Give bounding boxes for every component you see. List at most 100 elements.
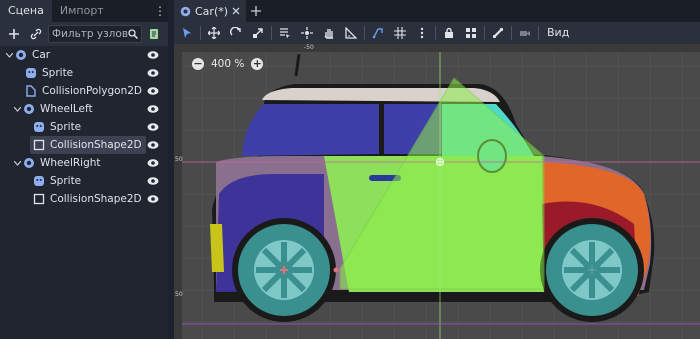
ruler-top: -50 xyxy=(174,44,700,52)
tree-node-label: WheelRight xyxy=(40,157,101,169)
move-tool-button[interactable] xyxy=(203,23,225,43)
canvas-viewport[interactable]: -50 50 50 − 400 % + xyxy=(174,44,700,339)
camera-icon xyxy=(520,31,530,36)
rotate-icon xyxy=(230,27,241,36)
visibility-eye-icon[interactable] xyxy=(147,67,159,79)
rotate-tool-button[interactable] xyxy=(225,23,247,43)
pivot-icon xyxy=(301,27,313,39)
camera-override-button[interactable] xyxy=(514,23,536,43)
collision-polygon-icon xyxy=(24,85,37,98)
instance-scene-button[interactable] xyxy=(26,24,46,44)
search-icon xyxy=(128,29,138,39)
tree-node-label: Sprite xyxy=(50,121,82,133)
tab-import[interactable]: Импорт xyxy=(52,0,112,22)
visibility-eye-icon[interactable] xyxy=(147,85,159,97)
scene-tab-car[interactable]: Car(*) xyxy=(174,0,247,22)
zoom-level[interactable]: 400 % xyxy=(211,58,244,70)
pan-tool-button[interactable] xyxy=(318,23,340,43)
tree-node-car[interactable]: Car xyxy=(0,46,168,64)
collision-shape-icon xyxy=(32,193,45,206)
ruler-icon xyxy=(345,27,357,39)
group-icon xyxy=(466,28,476,38)
tree-node-wheel-left[interactable]: WheelLeft xyxy=(0,100,168,118)
ruler-label: 50 xyxy=(175,291,183,298)
node2d-icon xyxy=(22,157,35,170)
node2d-icon xyxy=(22,103,35,116)
scene-canvas[interactable] xyxy=(174,44,700,339)
lock-button[interactable] xyxy=(438,23,460,43)
scale-tool-button[interactable] xyxy=(247,23,269,43)
scene-tabs: Car(*) xyxy=(174,0,700,22)
visibility-eye-icon[interactable] xyxy=(147,139,159,151)
attach-script-button[interactable] xyxy=(144,24,164,44)
kebab-icon[interactable]: ⋮ xyxy=(154,3,166,19)
grid-icon xyxy=(394,27,406,39)
toolbar-separator xyxy=(435,26,436,40)
tree-node-sprite[interactable]: Sprite xyxy=(0,64,168,82)
zoom-out-button[interactable]: − xyxy=(192,58,204,70)
chevron-down-icon[interactable] xyxy=(12,154,22,172)
tree-node-label: WheelLeft xyxy=(40,103,93,115)
zoom-in-button[interactable]: + xyxy=(251,58,264,70)
sprite-icon xyxy=(32,121,45,134)
filter-input[interactable] xyxy=(52,28,128,40)
tree-node-label: CollisionShape2D xyxy=(50,139,142,151)
select-tool-button[interactable] xyxy=(176,23,198,43)
toolbar-separator xyxy=(484,26,485,40)
add-node-button[interactable] xyxy=(4,24,24,44)
script-icon xyxy=(150,29,158,39)
scene-dock: Сцена Импорт ⋮ Car Sprite xyxy=(0,0,168,339)
tree-node-wheel-right[interactable]: WheelRight xyxy=(0,154,168,172)
pivot-marker[interactable] xyxy=(436,158,444,166)
bone-icon xyxy=(492,27,504,39)
move-icon xyxy=(208,27,220,39)
view-menu-button[interactable]: Вид xyxy=(541,23,575,43)
chevron-down-icon[interactable] xyxy=(4,46,14,64)
tree-node-collision-polygon[interactable]: CollisionPolygon2D xyxy=(0,82,168,100)
ruler-label: -50 xyxy=(304,44,314,51)
pivot-tool-button[interactable] xyxy=(296,23,318,43)
tree-node-label: CollisionShape2D xyxy=(50,193,142,205)
visibility-eye-icon[interactable] xyxy=(147,121,159,133)
filter-field[interactable] xyxy=(48,25,142,43)
visibility-eye-icon[interactable] xyxy=(147,193,159,205)
zoom-controls: − 400 % + xyxy=(192,58,264,70)
new-scene-tab-button[interactable] xyxy=(246,0,266,22)
snap-icon xyxy=(372,28,383,39)
kebab-icon xyxy=(420,27,424,39)
scene-tree: Car Sprite CollisionPolygon2D WheelLeft xyxy=(0,46,168,208)
link-icon xyxy=(30,28,42,40)
grid-snap-button[interactable] xyxy=(389,23,411,43)
more-snap-button[interactable] xyxy=(411,23,433,43)
sprite-icon xyxy=(32,175,45,188)
tree-node-collision-shape[interactable]: CollisionShape2D xyxy=(0,190,168,208)
chevron-down-icon[interactable] xyxy=(12,100,22,118)
tree-node-label: Car xyxy=(32,49,51,61)
skeleton-button[interactable] xyxy=(487,23,509,43)
tree-node-sprite[interactable]: Sprite xyxy=(0,118,168,136)
tab-scene[interactable]: Сцена xyxy=(0,0,52,22)
tree-node-collision-shape-selected[interactable]: CollisionShape2D xyxy=(0,136,168,154)
list-select-button[interactable] xyxy=(274,23,296,43)
canvas-toolbar: Вид xyxy=(174,22,700,44)
node2d-icon xyxy=(14,49,27,62)
tree-node-label: Sprite xyxy=(50,175,82,187)
visibility-eye-icon[interactable] xyxy=(147,157,159,169)
plus-icon xyxy=(251,6,262,16)
smart-snap-button[interactable] xyxy=(367,23,389,43)
tree-node-sprite[interactable]: Sprite xyxy=(0,172,168,190)
toolbar-separator xyxy=(538,26,539,40)
visibility-eye-icon[interactable] xyxy=(147,103,159,115)
tree-node-label: CollisionPolygon2D xyxy=(42,85,142,97)
node2d-icon xyxy=(180,6,191,16)
ruler-left: 50 50 xyxy=(174,44,183,339)
scene-tab-label: Car(*) xyxy=(195,4,229,18)
collision-handle[interactable] xyxy=(333,267,339,273)
tree-node-label: Sprite xyxy=(42,67,74,79)
group-button[interactable] xyxy=(460,23,482,43)
close-icon[interactable] xyxy=(232,7,240,15)
ruler-tool-button[interactable] xyxy=(340,23,362,43)
visibility-eye-icon[interactable] xyxy=(147,49,159,61)
visibility-eye-icon[interactable] xyxy=(147,175,159,187)
plus-icon xyxy=(9,29,19,39)
